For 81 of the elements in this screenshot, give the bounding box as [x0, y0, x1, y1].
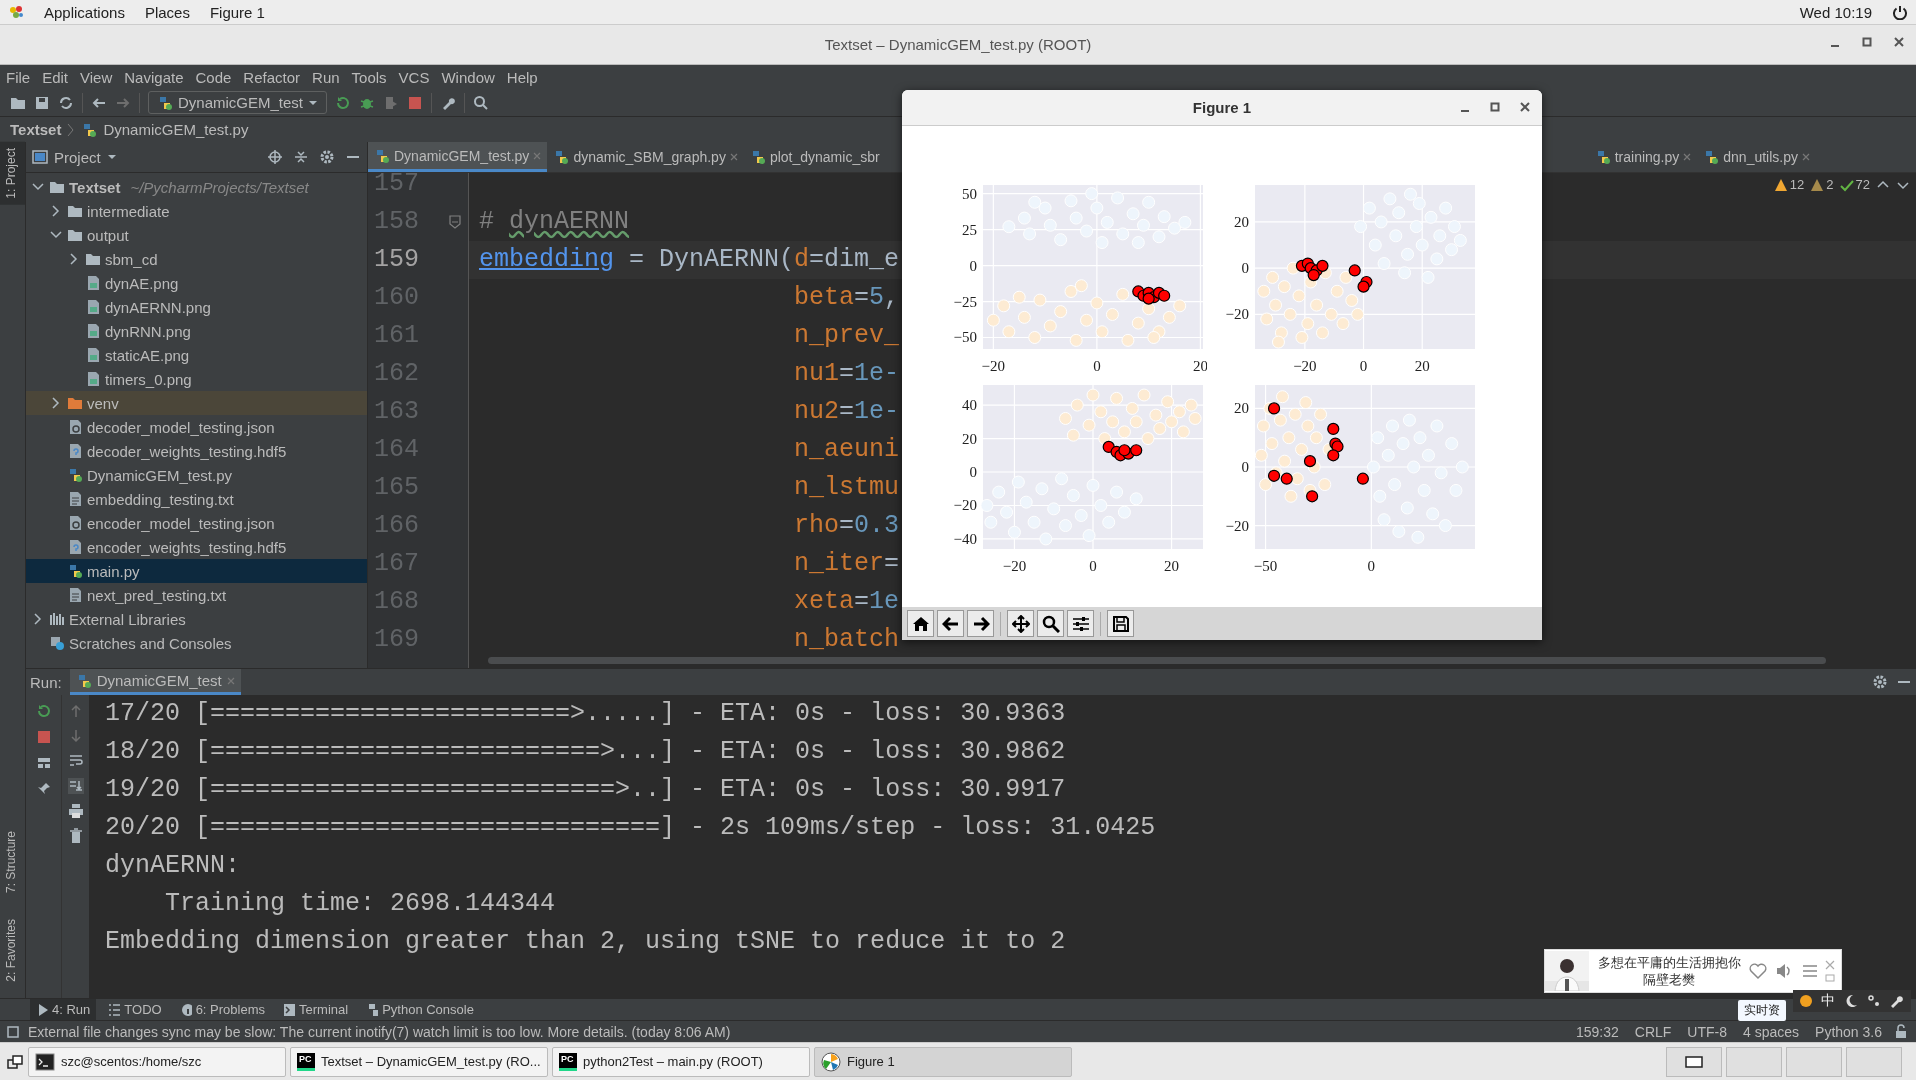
tick-label: 0: [1093, 358, 1101, 374]
code-line: n_batch: [794, 625, 900, 654]
tree-item-label: venv: [87, 394, 119, 412]
tick-label: 0: [1241, 260, 1249, 277]
tick-label: 0: [1367, 558, 1376, 574]
console-line: Training time: 2698.144344: [164, 888, 557, 920]
code-line: n_aeuni: [794, 435, 900, 464]
tree-item-label: encoder_model_testing.json: [87, 514, 275, 532]
tick-label: 20: [1192, 358, 1207, 374]
tree-item-label: staticAE.png: [105, 346, 190, 364]
tree-item-label: DynamicGEM_test.py: [87, 466, 233, 484]
song-title: 多想在平庸的生活拥抱你: [1597, 954, 1741, 971]
code-line: n_lstmu: [794, 473, 900, 502]
tree-item-label: intermediate: [87, 202, 170, 220]
artist-name: 隔壁老樊: [1643, 971, 1695, 988]
tick-label: −20: [1225, 517, 1249, 534]
console-line: dynAERNN:: [105, 850, 242, 882]
inspection-count: 72: [1855, 177, 1870, 192]
console-line: 17/20 [========================>.....] - ETA: 0s - loss: 30.9363: [105, 698, 1067, 730]
code-line: n_iter=: [794, 549, 900, 578]
code-line: rho=0.3: [794, 511, 900, 540]
tick-label: 0: [1241, 459, 1249, 475]
tick-label: −20: [981, 358, 1006, 374]
tree-item-label: dynRNN.png: [105, 322, 191, 340]
tick-label: −40: [953, 530, 977, 547]
line-number: 159: [373, 244, 420, 276]
tree-item-label: output: [87, 226, 129, 244]
tick-label: 0: [969, 464, 977, 480]
tree-item-label: sbm_cd: [105, 250, 158, 268]
path-label: ~/PycharmProjects/Textset: [130, 178, 309, 196]
tree-item-label: main.py: [87, 562, 140, 580]
tick-label: 20: [1234, 213, 1249, 230]
tooltip: 实时资: [1738, 1000, 1786, 1021]
tick-label: −20: [1002, 558, 1027, 574]
app-logo: PC: [559, 1052, 577, 1071]
tree-item-label: timers_0.png: [105, 370, 192, 388]
tick-label: 20: [962, 430, 977, 447]
code-line: embedding = DynAERNN(d=dim_e: [479, 245, 900, 274]
tree-item-label: dynAERNN.png: [105, 298, 211, 316]
console-line: 18/20 [==========================>...] - ETA: 0s - loss: 30.9862: [105, 736, 1067, 768]
console-line: 19/20 [===========================>..] - ETA: 0s - loss: 30.9917: [105, 774, 1067, 806]
code-line: n_prev_: [794, 321, 900, 350]
tick-label: −20: [1293, 358, 1317, 374]
window-title: Textset – DynamicGEM_test.py (ROOT): [824, 36, 1092, 53]
inspection-count: 2: [1826, 177, 1834, 192]
tree-item-label: Textset: [69, 178, 121, 196]
code-line: # dynAERNN: [479, 207, 630, 236]
tree-item-label: embedding_testing.txt: [87, 490, 234, 508]
code-line: xeta=1e: [794, 587, 900, 616]
console-line: Embedding dimension greater than 2, using tSNE to reduce it to 2: [105, 926, 1067, 958]
clock: Wed 10:19: [1799, 3, 1872, 21]
tick-label: 0: [1089, 558, 1097, 574]
tick-label: 0: [1359, 358, 1368, 374]
window-title: Figure 1: [1192, 99, 1252, 116]
code-line: beta=5,: [794, 283, 900, 312]
tree-item-label: decoder_model_testing.json: [87, 418, 275, 436]
inspection-count: 12: [1789, 177, 1805, 192]
tick-label: 20: [1164, 558, 1180, 574]
tree-item-label: External Libraries: [69, 610, 186, 628]
tick-label: 20: [1234, 400, 1249, 417]
tick-label: −50: [953, 329, 977, 346]
tree-item-label: dynAE.png: [105, 274, 179, 292]
tree-item-label: encoder_weights_testing.hdf5: [87, 538, 287, 556]
console-line: 20/20 [==============================] - 2s 109ms/step - loss: 31.0425: [105, 812, 1157, 844]
app-logo: PC: [297, 1052, 315, 1071]
tree-item-label: decoder_weights_testing.hdf5: [87, 442, 287, 460]
tick-label: 20: [1414, 358, 1430, 374]
code-line: nu1=1e-: [794, 359, 900, 388]
tick-label: −20: [1225, 306, 1249, 323]
tick-label: 0: [969, 257, 977, 274]
code-line: nu2=1e-: [794, 397, 900, 426]
panel-title: Run:: [30, 673, 62, 691]
tick-label: −50: [1253, 558, 1278, 574]
tick-label: −20: [953, 497, 977, 514]
tick-label: −25: [953, 293, 977, 310]
tree-item-label: next_pred_testing.txt: [87, 586, 227, 604]
tree-item-label: Scratches and Consoles: [69, 634, 232, 652]
tick-label: 25: [962, 221, 977, 238]
tick-label: 40: [962, 397, 977, 414]
tick-label: 50: [962, 185, 977, 202]
status-message: External file changes sync may be slow: The current inotify(7) watch limit is too low. More details. (today 8:06 AM): [28, 1023, 731, 1040]
